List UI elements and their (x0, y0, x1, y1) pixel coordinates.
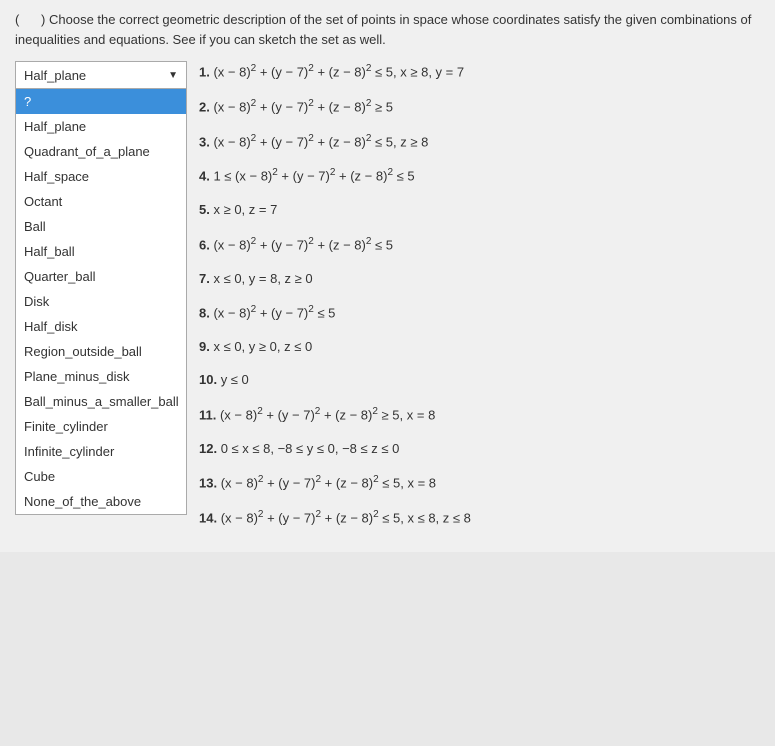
problem-4: 4. 1 ≤ (x − 8)2 + (y − 7)2 + (z − 8)2 ≤ … (199, 165, 760, 186)
problem-11: 11. (x − 8)2 + (y − 7)2 + (z − 8)2 ≥ 5, … (199, 404, 760, 425)
problem-2: 2. (x − 8)2 + (y − 7)2 + (z − 8)2 ≥ 5 (199, 96, 760, 117)
dropdown-option-finite-cylinder[interactable]: Finite_cylinder (16, 414, 186, 439)
dropdown-container: Half_plane ▼ ? Half_plane Quadrant_of_a_… (15, 61, 187, 89)
question-text: ( ) Choose the correct geometric descrip… (15, 10, 760, 49)
answer-blank (23, 12, 37, 27)
question-prefix: ( (15, 12, 19, 27)
dropdown-list: ? Half_plane Quadrant_of_a_plane Half_sp… (15, 89, 187, 515)
dropdown-option-plane-minus-disk[interactable]: Plane_minus_disk (16, 364, 186, 389)
problem-6: 6. (x − 8)2 + (y − 7)2 + (z − 8)2 ≤ 5 (199, 234, 760, 255)
dropdown-option-none-of-the-above[interactable]: None_of_the_above (16, 489, 186, 514)
problem-9: 9. x ≤ 0, y ≥ 0, z ≤ 0 (199, 337, 760, 357)
problem-8: 8. (x − 8)2 + (y − 7)2 ≤ 5 (199, 302, 760, 323)
dropdown-option-cube[interactable]: Cube (16, 464, 186, 489)
problem-1: 1. (x − 8)2 + (y − 7)2 + (z − 8)2 ≤ 5, x… (199, 61, 760, 82)
dropdown-option-region-outside-ball[interactable]: Region_outside_ball (16, 339, 186, 364)
dropdown-option-ball-minus-smaller-ball[interactable]: Ball_minus_a_smaller_ball (16, 389, 186, 414)
problem-3: 3. (x − 8)2 + (y − 7)2 + (z − 8)2 ≤ 5, z… (199, 131, 760, 152)
dropdown-option-half-ball[interactable]: Half_ball (16, 239, 186, 264)
dropdown-option-half-disk[interactable]: Half_disk (16, 314, 186, 339)
question-body: ) Choose the correct geometric descripti… (15, 12, 751, 47)
dropdown-current-value: Half_plane (24, 68, 86, 83)
dropdown-option-question[interactable]: ? (16, 89, 186, 114)
problem-13: 13. (x − 8)2 + (y − 7)2 + (z − 8)2 ≤ 5, … (199, 472, 760, 493)
dropdown-option-quadrant-of-a-plane[interactable]: Quadrant_of_a_plane (16, 139, 186, 164)
chevron-down-icon: ▼ (168, 70, 178, 81)
dropdown-option-octant[interactable]: Octant (16, 189, 186, 214)
dropdown-option-quarter-ball[interactable]: Quarter_ball (16, 264, 186, 289)
problem-7: 7. x ≤ 0, y = 8, z ≥ 0 (199, 269, 760, 289)
dropdown-option-infinite-cylinder[interactable]: Infinite_cylinder (16, 439, 186, 464)
problem-10: 10. y ≤ 0 (199, 370, 760, 390)
problem-14: 14. (x − 8)2 + (y − 7)2 + (z − 8)2 ≤ 5, … (199, 507, 760, 528)
main-content: Half_plane ▼ ? Half_plane Quadrant_of_a_… (15, 61, 760, 542)
dropdown-option-half-space[interactable]: Half_space (16, 164, 186, 189)
page-container: ( ) Choose the correct geometric descrip… (0, 0, 775, 552)
dropdown-option-disk[interactable]: Disk (16, 289, 186, 314)
dropdown-option-half-plane[interactable]: Half_plane (16, 114, 186, 139)
problems-list: 1. (x − 8)2 + (y − 7)2 + (z − 8)2 ≤ 5, x… (187, 61, 760, 542)
dropdown-option-ball[interactable]: Ball (16, 214, 186, 239)
dropdown-select[interactable]: Half_plane ▼ (15, 61, 187, 89)
problem-5: 5. x ≥ 0, z = 7 (199, 200, 760, 220)
problem-12: 12. 0 ≤ x ≤ 8, −8 ≤ y ≤ 0, −8 ≤ z ≤ 0 (199, 439, 760, 459)
